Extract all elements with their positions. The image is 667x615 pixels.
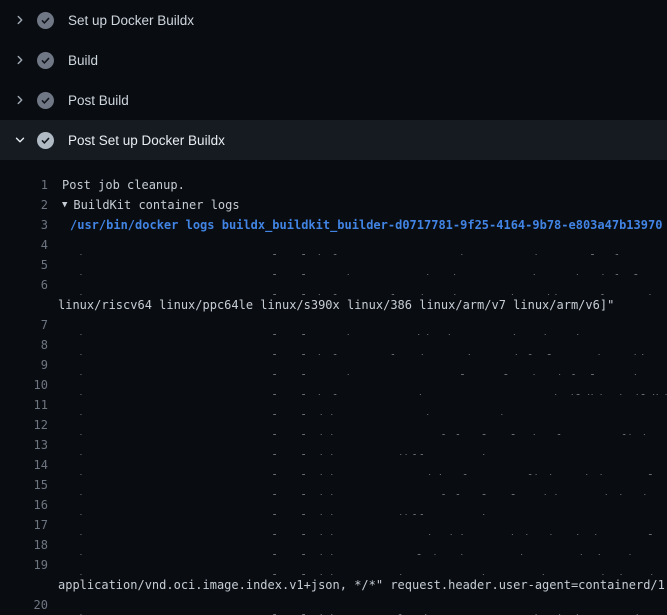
log-line: 15 time="2021-04-23T18:02:38Z" level=debu… (0, 475, 667, 495)
log-line-number[interactable]: 4 (0, 235, 48, 255)
log-line-text: time="2021-04-23T18:02:38Z" level=debug … (58, 455, 667, 475)
step-post-set-up-docker-buildx[interactable]: Post Set up Docker Buildx (0, 120, 667, 160)
log-line-number[interactable]: 9 (0, 355, 48, 375)
log-line-text: time="2021-04-23T18:02:37Z" level=warnin… (58, 315, 667, 335)
log-line-number[interactable]: 19 (0, 555, 48, 575)
log-line: 9 time="2021-04-23T18:02:37Z" level=warni… (0, 355, 667, 375)
log-line: 1 Post job cleanup. (0, 175, 667, 195)
log-line-text: time="2021-04-23T18:02:38Z" level=debug … (58, 515, 667, 535)
log-line-number[interactable]: 7 (0, 315, 48, 335)
log-line-text: time="2021-04-23T18:02:38Z" level=debug … (58, 415, 667, 435)
log-line-text: time="2021-04-23T18:02:37Z" level=warnin… (58, 355, 667, 375)
step-build[interactable]: Build (0, 40, 667, 80)
log-line: 19 time="2021-04-23T18:02:38Z" level=debu… (0, 555, 667, 575)
log-line-number[interactable]: 13 (0, 435, 48, 455)
steps-list: Set up Docker Buildx Build Post Build Po… (0, 0, 667, 160)
log-line: 12 time="2021-04-23T18:02:38Z" level=debu… (0, 415, 667, 435)
log-line-number[interactable]: 11 (0, 395, 48, 415)
log-line-number[interactable]: 3 (0, 215, 48, 235)
log-line-text: time="2021-04-23T18:02:37Z" level=info m… (58, 235, 634, 255)
log-line-text: Post job cleanup. (58, 175, 185, 195)
step-label: Post Set up Docker Buildx (68, 133, 225, 148)
check-success-icon (37, 12, 54, 29)
log-line-number[interactable] (0, 295, 48, 315)
actions-log-viewer: { "colors": { "background": "#090c11", "… (0, 0, 667, 600)
check-success-icon (37, 92, 54, 109)
step-set-up-docker-buildx[interactable]: Set up Docker Buildx (0, 0, 667, 40)
check-success-icon (37, 52, 54, 69)
log-line: 16 time="2021-04-23T18:02:38Z" level=debu… (0, 495, 667, 515)
log-line-text: linux/riscv64 linux/ppc64le linux/s390x … (58, 295, 614, 315)
chevron-down-icon (12, 132, 28, 148)
log-line-text: time="2021-04-23T18:02:37Z" level=info m… (58, 335, 667, 355)
log-line: 13 time="2021-04-23T18:02:38Z" level=debu… (0, 435, 667, 455)
log-line-text: application/vnd.oci.image.index.v1+json,… (58, 575, 667, 595)
chevron-right-icon (12, 12, 28, 28)
log-line-number[interactable]: 10 (0, 375, 48, 395)
log-line-text: time="2021-04-23T18:02:37Z" level=info m… (58, 275, 667, 295)
log-line-text: time="2021-04-23T18:02:38Z" level=debug … (58, 555, 667, 575)
step-label: Set up Docker Buildx (68, 13, 194, 28)
step-label: Build (68, 53, 98, 68)
group-collapse-caret-icon[interactable]: ▼ (62, 195, 67, 215)
log-line: 14 time="2021-04-23T18:02:38Z" level=debu… (0, 455, 667, 475)
log-line-text: ▼ BuildKit container logs (58, 195, 240, 215)
log-line: 3/usr/bin/docker logs buildx_buildkit_bu… (0, 215, 667, 235)
log-line-text: time="2021-04-23T18:02:38Z" level=debug … (58, 475, 667, 495)
log-line: 6 time="2021-04-23T18:02:37Z" level=info … (0, 275, 667, 295)
log-line: 10 time="2021-04-23T18:02:37Z" level=info… (0, 375, 667, 395)
log-line-number[interactable]: 18 (0, 535, 48, 555)
step-post-build[interactable]: Post Build (0, 80, 667, 120)
log-line: 5 time="2021-04-23T18:02:37Z" level=warni… (0, 255, 667, 275)
log-line: 2 ▼ BuildKit container logs (0, 195, 667, 215)
log-line-number[interactable]: 16 (0, 495, 48, 515)
step-label: Post Build (68, 93, 129, 108)
log-line-text: time="2021-04-23T18:02:38Z" level=debug … (58, 395, 511, 415)
log-line-text: time="2021-04-23T18:02:38Z" level=debug … (58, 595, 667, 615)
log-line: 11 time="2021-04-23T18:02:38Z" level=debu… (0, 395, 667, 415)
log-line-number[interactable]: 12 (0, 415, 48, 435)
log-line-number[interactable]: 14 (0, 455, 48, 475)
log-line-number[interactable]: 17 (0, 515, 48, 535)
chevron-right-icon (12, 92, 28, 108)
log-line-number[interactable]: 20 (0, 595, 48, 615)
log-area: 1 Post job cleanup. 2 ▼ BuildKit container l… (0, 160, 667, 615)
log-command-text: /usr/bin/docker logs buildx_buildkit_bui… (58, 215, 662, 235)
group-title: BuildKit container logs (73, 198, 239, 212)
log-line: application/vnd.oci.image.index.v1+json,… (0, 575, 667, 595)
log-line: 17 time="2021-04-23T18:02:38Z" level=debu… (0, 515, 667, 535)
log-line-text: time="2021-04-23T18:02:38Z" level=debug … (58, 495, 583, 515)
log-line: 4 time="2021-04-23T18:02:37Z" level=info … (0, 235, 667, 255)
log-line: 8 time="2021-04-23T18:02:37Z" level=info … (0, 335, 667, 355)
chevron-right-icon (12, 52, 28, 68)
log-line-number[interactable]: 1 (0, 175, 48, 195)
log-line: 20 time="2021-04-23T18:02:38Z" level=debu… (0, 595, 667, 615)
log-line-number[interactable] (0, 575, 48, 595)
log-line: linux/riscv64 linux/ppc64le linux/s390x … (0, 295, 667, 315)
log-line-number[interactable]: 6 (0, 275, 48, 295)
log-line: 18 time="2021-04-23T18:02:38Z" level=debu… (0, 535, 667, 555)
log-line-number[interactable]: 5 (0, 255, 48, 275)
log-line-text: time="2021-04-23T18:02:37Z" level=warnin… (58, 255, 655, 275)
check-success-icon (37, 132, 54, 149)
log-line-text: time="2021-04-23T18:02:38Z" level=debug … (58, 435, 583, 455)
log-line-number[interactable]: 15 (0, 475, 48, 495)
log-line-text: time="2021-04-23T18:02:38Z" level=debug … (58, 535, 641, 555)
log-line-text: time="2021-04-23T18:02:37Z" level=info m… (58, 375, 667, 395)
log-line: 7 time="2021-04-23T18:02:37Z" level=warni… (0, 315, 667, 335)
log-line-number[interactable]: 8 (0, 335, 48, 355)
log-line-number[interactable]: 2 (0, 195, 48, 215)
